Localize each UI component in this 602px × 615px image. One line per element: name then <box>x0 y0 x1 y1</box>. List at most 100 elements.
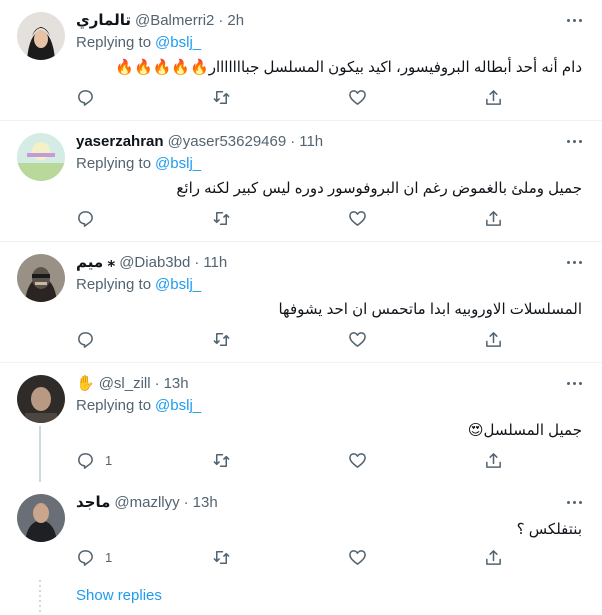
display-name[interactable]: ماجد <box>76 493 110 511</box>
retweet-icon <box>213 333 230 346</box>
reply-button[interactable] <box>76 209 105 228</box>
separator-dot: · <box>183 493 189 511</box>
reply-count: 1 <box>105 453 113 468</box>
replying-to-label: Replying to <box>76 34 152 51</box>
timestamp[interactable]: 11h <box>299 133 323 150</box>
retweet-button[interactable] <box>212 548 231 567</box>
user-handle[interactable]: @yaser53629469 <box>168 133 287 150</box>
avatar-image <box>17 12 65 60</box>
retweet-button[interactable] <box>212 451 231 470</box>
user-handle[interactable]: @mazllyy <box>114 494 179 511</box>
like-button[interactable] <box>348 330 367 349</box>
replying-to-label: Replying to <box>76 155 152 172</box>
timestamp[interactable]: 11h <box>203 254 227 271</box>
share-button[interactable] <box>484 330 503 349</box>
heart-icon <box>349 453 366 468</box>
retweet-icon <box>213 212 230 225</box>
reply-button[interactable]: 1 <box>76 451 112 470</box>
reply-icon <box>78 332 93 348</box>
share-button[interactable] <box>484 209 503 228</box>
tweet-text: المسلسلات الاوروبيه ابدا ماتحمس ان احد ي… <box>278 301 582 318</box>
reply-icon <box>78 90 93 106</box>
timestamp[interactable]: 13h <box>193 494 218 511</box>
timestamp[interactable]: 13h <box>164 375 189 392</box>
avatar-image <box>17 494 65 542</box>
tweet-header: ماجد @mazllyy · 13h <box>76 492 218 512</box>
share-icon <box>486 332 501 347</box>
tweet[interactable]: تالماري @Balmerri2 · 2h Replying to @bslj… <box>0 10 602 120</box>
user-handle[interactable]: @Diab3bd <box>119 254 190 271</box>
more-options-icon[interactable] <box>562 494 586 510</box>
reply-icon <box>78 453 93 469</box>
like-button[interactable] <box>348 88 367 107</box>
like-button[interactable] <box>348 451 367 470</box>
like-button[interactable] <box>348 209 367 228</box>
retweet-icon <box>213 454 230 467</box>
replying-to-label: Replying to <box>76 276 152 293</box>
reply-icon <box>78 211 93 227</box>
share-icon <box>486 90 501 105</box>
timestamp[interactable]: 2h <box>227 12 244 29</box>
avatar[interactable] <box>17 375 65 423</box>
avatar[interactable] <box>17 133 65 181</box>
share-button[interactable] <box>484 548 503 567</box>
avatar-image <box>17 254 65 302</box>
avatar[interactable] <box>17 12 65 60</box>
tweet-text: جميل وملئ بالغموض رغم ان البروفوسور دوره… <box>176 180 582 197</box>
sign-language-icon: ✋ <box>76 375 95 392</box>
separator-dot: · <box>154 374 160 392</box>
reply-button[interactable] <box>76 88 105 107</box>
tweet[interactable]: yaserzahran @yaser53629469 · 11h Replyin… <box>0 131 602 241</box>
reply-to-link[interactable]: @bslj_ <box>155 155 201 172</box>
divider <box>0 120 602 121</box>
tweet-actions <box>76 209 516 229</box>
separator-dot: · <box>218 11 224 29</box>
user-handle[interactable]: @sl_zill <box>99 375 151 392</box>
share-icon <box>486 550 501 565</box>
replying-to: Replying to @bslj_ <box>76 276 201 293</box>
show-replies-link[interactable]: Show replies <box>76 587 162 604</box>
tweet[interactable]: ميم ⁎ @Diab3bd · 11h Replying to @bslj_ ا… <box>0 252 602 362</box>
reply-to-link[interactable]: @bslj_ <box>155 397 201 414</box>
more-options-icon[interactable] <box>562 254 586 270</box>
share-button[interactable] <box>484 88 503 107</box>
separator-dot: · <box>290 132 296 150</box>
divider <box>0 241 602 242</box>
replying-to: Replying to @bslj_ <box>76 397 201 414</box>
more-options-icon[interactable] <box>562 133 586 149</box>
share-button[interactable] <box>484 451 503 470</box>
display-name[interactable]: yaserzahran <box>76 133 164 150</box>
heart-icon <box>349 211 366 226</box>
reply-button[interactable]: 1 <box>76 548 112 567</box>
tweet[interactable]: ✋ @sl_zill · 13h Replying to @bslj_ جميل … <box>0 373 602 473</box>
avatar-image <box>17 133 65 181</box>
separator-dot: · <box>194 253 200 271</box>
like-button[interactable] <box>348 548 367 567</box>
retweet-button[interactable] <box>212 209 231 228</box>
display-name[interactable]: ميم ⁎ <box>76 253 115 271</box>
more-options-icon[interactable] <box>562 12 586 28</box>
tweet-header: ✋ @sl_zill · 13h <box>76 373 189 393</box>
more-replies-connector <box>39 580 41 615</box>
tweet-actions: 1 <box>76 548 516 568</box>
divider <box>0 362 602 363</box>
user-handle[interactable]: @Balmerri2 <box>135 12 214 29</box>
display-name[interactable]: تالماري <box>76 11 131 29</box>
reply-to-link[interactable]: @bslj_ <box>155 34 201 51</box>
tweet-header: yaserzahran @yaser53629469 · 11h <box>76 131 323 151</box>
retweet-button[interactable] <box>212 88 231 107</box>
heart-icon <box>349 90 366 105</box>
retweet-icon <box>213 551 230 564</box>
heart-icon <box>349 332 366 347</box>
share-icon <box>486 453 501 468</box>
avatar[interactable] <box>17 254 65 302</box>
avatar[interactable] <box>17 494 65 542</box>
tweet-text: جميل المسلسل😍 <box>467 422 582 439</box>
reply-to-link[interactable]: @bslj_ <box>155 276 201 293</box>
retweet-button[interactable] <box>212 330 231 349</box>
tweet[interactable]: ماجد @mazllyy · 13h بنتفلكس ؟ 1 <box>0 492 602 577</box>
more-options-icon[interactable] <box>562 375 586 391</box>
reply-button[interactable] <box>76 330 105 349</box>
tweet-actions <box>76 88 516 108</box>
reply-icon <box>78 550 93 566</box>
